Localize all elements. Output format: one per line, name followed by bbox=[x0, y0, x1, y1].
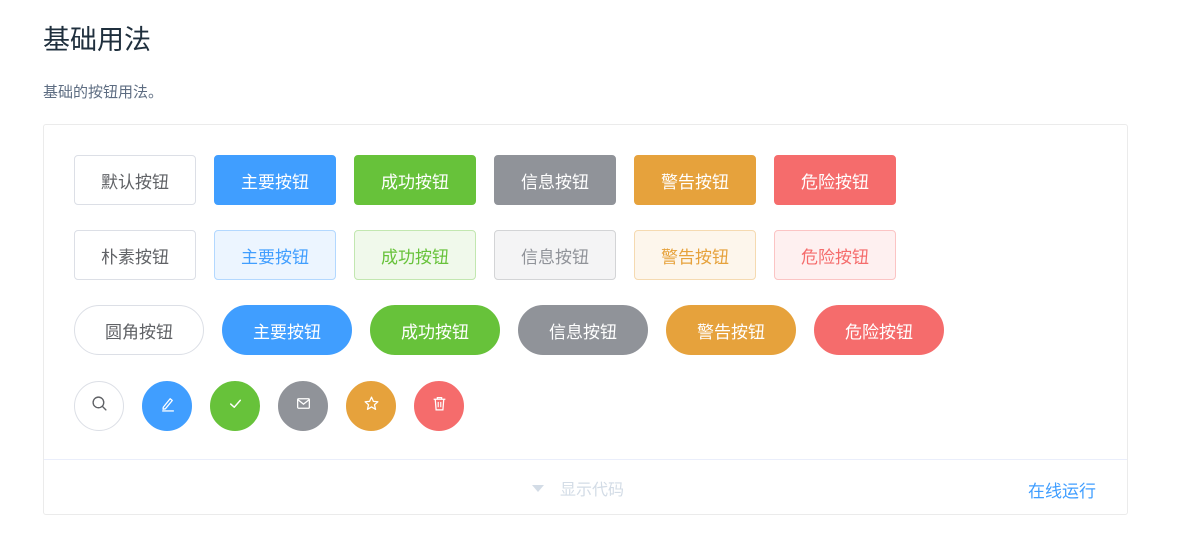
danger-button[interactable]: 危险按钮 bbox=[774, 155, 896, 205]
section-title: 基础用法 bbox=[43, 25, 151, 55]
round-info-button[interactable]: 信息按钮 bbox=[518, 305, 648, 355]
success-button[interactable]: 成功按钮 bbox=[354, 155, 476, 205]
default-button[interactable]: 默认按钮 bbox=[74, 155, 196, 205]
delete-icon bbox=[431, 395, 448, 417]
star-icon bbox=[363, 395, 380, 417]
round-success-button[interactable]: 成功按钮 bbox=[370, 305, 500, 355]
search-icon bbox=[91, 395, 108, 417]
run-online-link[interactable]: 在线运行 bbox=[1028, 477, 1096, 502]
show-code-label: 显示代码 bbox=[560, 482, 625, 499]
round-primary-button[interactable]: 主要按钮 bbox=[222, 305, 352, 355]
round-buttons-row: 圆角按钮 主要按钮 成功按钮 信息按钮 警告按钮 危险按钮 bbox=[74, 305, 962, 355]
check-icon bbox=[227, 395, 244, 417]
plain-buttons-row: 朴素按钮 主要按钮 成功按钮 信息按钮 警告按钮 危险按钮 bbox=[74, 230, 914, 280]
info-button[interactable]: 信息按钮 bbox=[494, 155, 616, 205]
round-warning-button[interactable]: 警告按钮 bbox=[666, 305, 796, 355]
plain-info-button[interactable]: 信息按钮 bbox=[494, 230, 616, 280]
section-description: 基础的按钮用法。 bbox=[43, 84, 164, 101]
demo-block: 默认按钮 主要按钮 成功按钮 信息按钮 警告按钮 危险按钮 朴素按钮 主要按钮 … bbox=[43, 124, 1128, 515]
warning-button[interactable]: 警告按钮 bbox=[634, 155, 756, 205]
circle-buttons-row bbox=[74, 381, 482, 431]
plain-primary-button[interactable]: 主要按钮 bbox=[214, 230, 336, 280]
plain-button[interactable]: 朴素按钮 bbox=[74, 230, 196, 280]
show-code-toggle[interactable]: 显示代码 bbox=[532, 476, 624, 500]
circle-search-button[interactable] bbox=[74, 381, 124, 431]
round-button[interactable]: 圆角按钮 bbox=[74, 305, 204, 355]
circle-edit-button[interactable] bbox=[142, 381, 192, 431]
plain-success-button[interactable]: 成功按钮 bbox=[354, 230, 476, 280]
primary-button[interactable]: 主要按钮 bbox=[214, 155, 336, 205]
round-danger-button[interactable]: 危险按钮 bbox=[814, 305, 944, 355]
message-icon bbox=[295, 395, 312, 417]
circle-check-button[interactable] bbox=[210, 381, 260, 431]
plain-danger-button[interactable]: 危险按钮 bbox=[774, 230, 896, 280]
edit-icon bbox=[159, 395, 176, 417]
plain-warning-button[interactable]: 警告按钮 bbox=[634, 230, 756, 280]
circle-delete-button[interactable] bbox=[414, 381, 464, 431]
caret-down-icon bbox=[532, 484, 544, 492]
circle-message-button[interactable] bbox=[278, 381, 328, 431]
default-buttons-row: 默认按钮 主要按钮 成功按钮 信息按钮 警告按钮 危险按钮 bbox=[74, 155, 914, 205]
demo-footer: 显示代码 在线运行 bbox=[44, 459, 1127, 514]
circle-star-button[interactable] bbox=[346, 381, 396, 431]
